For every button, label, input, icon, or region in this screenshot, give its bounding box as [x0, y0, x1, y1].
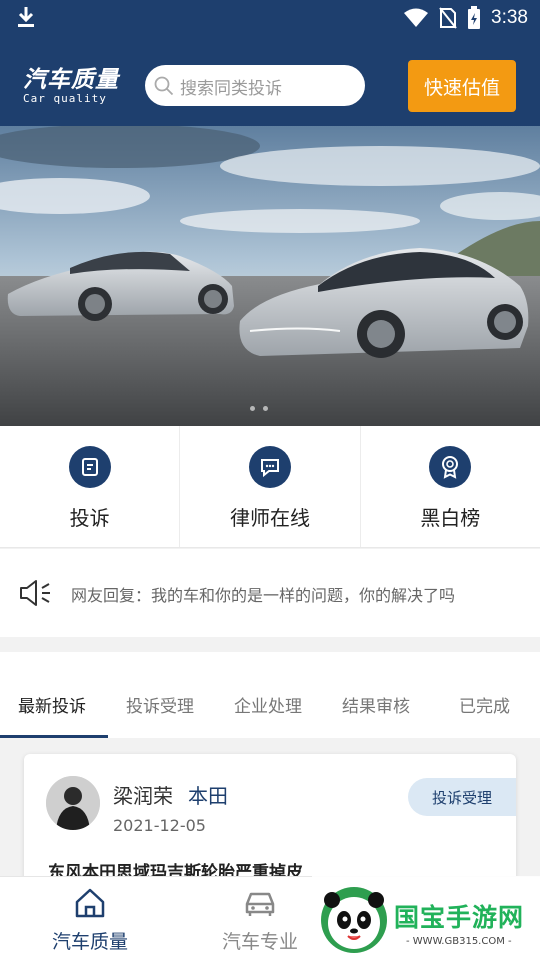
bottom-nav-car-quality-label: 汽车质量: [51, 931, 128, 953]
tab-accepted[interactable]: 投诉受理: [126, 692, 194, 717]
header: 汽车质量 Car quality 搜索同类投诉 快速估值: [0, 36, 540, 126]
tab-latest[interactable]: 最新投诉: [18, 692, 86, 717]
nav-complaint[interactable]: 投诉: [0, 426, 181, 547]
panda-logo-icon: [321, 887, 387, 953]
document-icon: [68, 446, 111, 488]
nav-lawyer-label: 律师在线: [229, 506, 310, 530]
status-badge: 投诉受理: [408, 778, 516, 816]
watermark-text: 国宝手游网: [394, 903, 525, 932]
nav-ranking-label: 黑白榜: [420, 506, 481, 530]
app-logo-subtitle: Car quality: [23, 92, 107, 105]
complaint-tabs: 最新投诉 投诉受理 企业处理 结果审核 已完成: [0, 652, 540, 738]
car-icon: [245, 892, 275, 916]
notice-text: 网友回复：我的车和你的是一样的问题，你的解决了吗: [71, 586, 456, 605]
nav-ranking[interactable]: 黑白榜: [361, 426, 540, 547]
wifi-icon: [404, 8, 429, 27]
medal-icon: [429, 446, 472, 488]
search-input[interactable]: 搜索同类投诉: [145, 65, 365, 106]
notice-bar[interactable]: 网友回复：我的车和你的是一样的问题，你的解决了吗: [0, 549, 540, 637]
complaint-card[interactable]: 梁润荣 本田 2021-12-05 投诉受理 东风本田思域玛吉斯轮胎严重掉皮: [24, 754, 516, 894]
complaint-brand: 本田: [188, 784, 228, 808]
tab-enterprise[interactable]: 企业处理: [234, 692, 302, 717]
avatar: [46, 776, 100, 830]
banner-carousel[interactable]: [0, 126, 540, 426]
search-placeholder: 搜索同类投诉: [180, 79, 282, 99]
complaint-date: 2021-12-05: [113, 816, 206, 835]
carousel-dot: [263, 406, 268, 411]
watermark-url: - WWW.GB315.COM -: [406, 936, 512, 947]
search-icon: [154, 76, 174, 96]
battery-icon: [468, 6, 481, 29]
quick-valuation-button[interactable]: 快速估值: [408, 60, 516, 112]
nav-lawyer-online[interactable]: 律师在线: [180, 426, 361, 547]
no-sim-icon: [439, 7, 457, 29]
status-bar: 3:38: [0, 0, 540, 36]
quick-nav: 投诉 律师在线 黑白榜: [0, 426, 540, 548]
tab-completed[interactable]: 已完成: [459, 692, 510, 717]
carousel-indicator: [250, 406, 268, 411]
home-icon: [75, 888, 105, 918]
active-tab-indicator: [0, 735, 108, 738]
bottom-nav-car-quality[interactable]: 汽车质量: [0, 877, 180, 960]
nav-complaint-label: 投诉: [69, 506, 110, 530]
download-icon: [18, 7, 34, 27]
tab-review[interactable]: 结果审核: [342, 692, 410, 717]
app-logo: 汽车质量: [23, 67, 119, 93]
speaker-icon: [20, 580, 50, 606]
chat-icon: [248, 446, 291, 488]
watermark: 国宝手游网 - WWW.GB315.COM -: [312, 876, 540, 960]
clock: 3:38: [491, 7, 528, 28]
complaint-user: 梁润荣: [113, 784, 173, 808]
carousel-dot: [250, 406, 255, 411]
banner-image: [0, 126, 540, 426]
